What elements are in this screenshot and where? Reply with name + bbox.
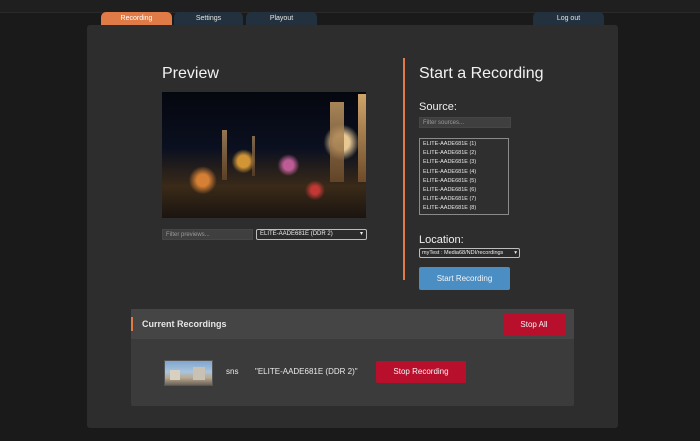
source-item[interactable]: ELITE-AADE681E (8) [423, 204, 505, 213]
thumbnail-building [193, 367, 205, 380]
preview-building [252, 136, 255, 176]
tab-playout[interactable]: Playout [246, 12, 317, 25]
recording-thumbnail [164, 360, 213, 386]
source-item[interactable]: ELITE-AADE681E (6) [423, 186, 505, 195]
preview-video [162, 92, 366, 218]
tab-settings[interactable]: Settings [174, 12, 243, 25]
preview-building [222, 130, 227, 180]
preview-building [330, 102, 344, 182]
current-recordings-title: Current Recordings [142, 319, 227, 329]
source-item[interactable]: ELITE-AADE681E (5) [423, 177, 505, 186]
chevron-down-icon: ▾ [514, 250, 517, 256]
thumbnail-building [170, 370, 180, 380]
preview-source-select[interactable]: ELITE-AADE681E (DDR 2) ▾ [256, 229, 367, 240]
source-list[interactable]: ELITE-AADE681E (1) ELITE-AADE681E (2) EL… [419, 138, 509, 215]
source-filter-input[interactable]: Filter sources... [419, 117, 511, 128]
stop-all-button[interactable]: Stop All [503, 313, 565, 336]
chevron-down-icon: ▾ [359, 231, 363, 237]
source-item[interactable]: ELITE-AADE681E (4) [423, 168, 505, 177]
tab-recording[interactable]: Recording [101, 12, 172, 25]
start-recording-button[interactable]: Start Recording [419, 267, 510, 290]
location-label: Location: [419, 234, 464, 246]
preview-source-value: ELITE-AADE681E (DDR 2) [260, 231, 333, 237]
recording-source: "ELITE-AADE681E (DDR 2)" [255, 367, 358, 376]
preview-building [358, 94, 366, 182]
stop-recording-button[interactable]: Stop Recording [376, 361, 466, 383]
source-item[interactable]: ELITE-AADE681E (1) [423, 140, 505, 149]
preview-title: Preview [162, 65, 219, 82]
preview-filter-input[interactable]: Filter previews... [162, 229, 253, 240]
source-item[interactable]: ELITE-AADE681E (7) [423, 195, 505, 204]
logout-button[interactable]: Log out [533, 12, 604, 25]
source-item[interactable]: ELITE-AADE681E (2) [423, 149, 505, 158]
location-value: myTest : Media68/NDI/recordings [422, 250, 504, 256]
accent-bar [131, 317, 133, 331]
column-divider [403, 58, 405, 280]
recording-title: Start a Recording [419, 65, 544, 82]
recording-name: sns [226, 367, 239, 376]
source-item[interactable]: ELITE-AADE681E (3) [423, 158, 505, 167]
location-select[interactable]: myTest : Media68/NDI/recordings ▾ [419, 248, 520, 258]
source-label: Source: [419, 101, 457, 113]
